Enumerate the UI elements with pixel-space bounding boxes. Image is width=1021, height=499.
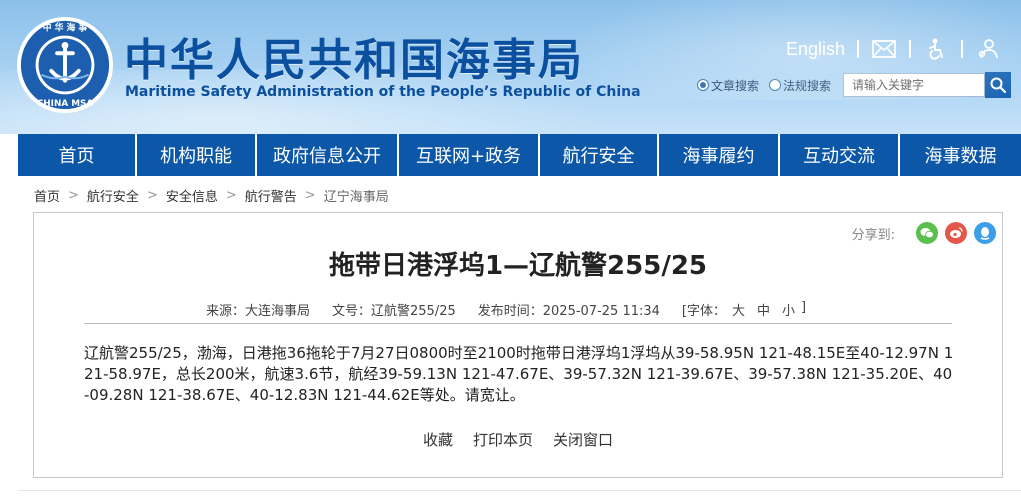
- font-size-medium[interactable]: 中: [757, 300, 770, 319]
- nav-interaction[interactable]: 互动交流: [780, 134, 900, 176]
- search-input[interactable]: 请输入关键字: [843, 73, 986, 97]
- breadcrumb-home[interactable]: 首页: [34, 186, 60, 205]
- radio-dot[interactable]: [769, 79, 782, 91]
- breadcrumb: 首页 > 航行安全 > 安全信息 > 航行警告 > 辽宁海事局: [34, 186, 389, 205]
- divider: [909, 40, 912, 58]
- favorite-button[interactable]: 收藏: [423, 429, 453, 450]
- breadcrumb-current[interactable]: 辽宁海事局: [324, 186, 389, 205]
- search-button[interactable]: [985, 72, 1012, 98]
- article-title: 拖带日港浮坞1—辽航警255/25: [328, 251, 708, 281]
- mail-icon[interactable]: [871, 38, 897, 60]
- article-body: 辽航警255/25，渤海，日港拖36拖轮于7月27日0800时至2100时拖带日…: [84, 344, 954, 404]
- footer-divider: [18, 490, 1021, 491]
- share-bar: 分享到:: [852, 222, 996, 244]
- nav-functions[interactable]: 机构职能: [137, 134, 257, 176]
- radio-dot-selected[interactable]: [697, 79, 709, 91]
- site-header: 中 华 海 事 CHINA MSA 中华人民共和国海事局 Maritime Sa…: [0, 0, 1021, 134]
- nav-data[interactable]: 海事数据: [900, 134, 1021, 176]
- article-source: 来源：大连海事局: [206, 304, 311, 319]
- breadcrumb-nav-warning[interactable]: 航行警告: [245, 186, 297, 205]
- print-button[interactable]: 打印本页: [473, 429, 533, 450]
- main-nav: 首页 机构职能 政府信息公开 互联网+政务 航行安全 海事履约 互动交流 海事数…: [18, 134, 1021, 176]
- chevron-right-icon: >: [146, 187, 158, 203]
- search-icon: [990, 77, 1007, 93]
- font-size-close: ]: [801, 300, 807, 315]
- user-care-icon[interactable]: [975, 38, 1001, 60]
- nav-home[interactable]: 首页: [18, 134, 137, 176]
- font-size-small[interactable]: 小: [782, 300, 795, 319]
- chevron-right-icon: >: [68, 187, 79, 203]
- nav-compliance[interactable]: 海事履约: [659, 134, 780, 176]
- china-msa-logo[interactable]: 中 华 海 事 CHINA MSA: [16, 16, 114, 114]
- font-size-label: [字体：: [681, 304, 726, 319]
- article-doc-number: 文号：辽航警255/25: [332, 304, 456, 319]
- nav-internet-gov[interactable]: 互联网+政务: [399, 134, 540, 176]
- radio-article-search[interactable]: 文章搜索: [697, 77, 759, 94]
- nav-gov-info[interactable]: 政府信息公开: [257, 134, 399, 176]
- chevron-right-icon: >: [225, 187, 237, 203]
- font-size-large[interactable]: 大: [732, 300, 745, 319]
- qq-icon[interactable]: [974, 222, 996, 244]
- site-title-cn: 中华人民共和国海事局: [124, 35, 584, 86]
- divider: [857, 40, 860, 58]
- article-actions: 收藏 打印本页 关闭窗口: [34, 429, 1002, 450]
- radio-law-search[interactable]: 法规搜索: [769, 77, 831, 94]
- search-area: 文章搜索 法规搜索 请输入关键字: [697, 72, 1012, 98]
- radio-label: 文章搜索: [711, 78, 760, 93]
- share-label: 分享到:: [851, 227, 895, 243]
- top-links: English: [786, 36, 1001, 62]
- wechat-icon[interactable]: [916, 222, 938, 244]
- chevron-right-icon: >: [304, 187, 316, 203]
- english-link[interactable]: English: [786, 39, 845, 60]
- article-container: 分享到: 拖带日港浮坞1—辽航警255/25 来源：大连海事局 文号：辽航警25…: [33, 212, 1003, 478]
- breadcrumb-nav-safety[interactable]: 航行安全: [87, 186, 139, 205]
- meta-divider: [84, 323, 952, 324]
- article-meta: 来源：大连海事局 文号：辽航警255/25 发布时间：2025-07-25 11…: [206, 300, 806, 319]
- accessibility-icon[interactable]: [923, 38, 949, 60]
- site-title-en: Maritime Safety Administration of the Pe…: [125, 84, 641, 100]
- breadcrumb-safety-info[interactable]: 安全信息: [166, 186, 218, 205]
- weibo-icon[interactable]: [945, 222, 967, 244]
- radio-label: 法规搜索: [783, 78, 832, 93]
- article-publish-time: 发布时间：2025-07-25 11:34: [477, 304, 660, 319]
- nav-nav-safety[interactable]: 航行安全: [540, 134, 659, 176]
- svg-text:中 华 海 事: 中 华 海 事: [43, 22, 88, 34]
- close-window-button[interactable]: 关闭窗口: [553, 429, 613, 450]
- svg-text:CHINA MSA: CHINA MSA: [37, 99, 94, 109]
- divider: [961, 40, 964, 58]
